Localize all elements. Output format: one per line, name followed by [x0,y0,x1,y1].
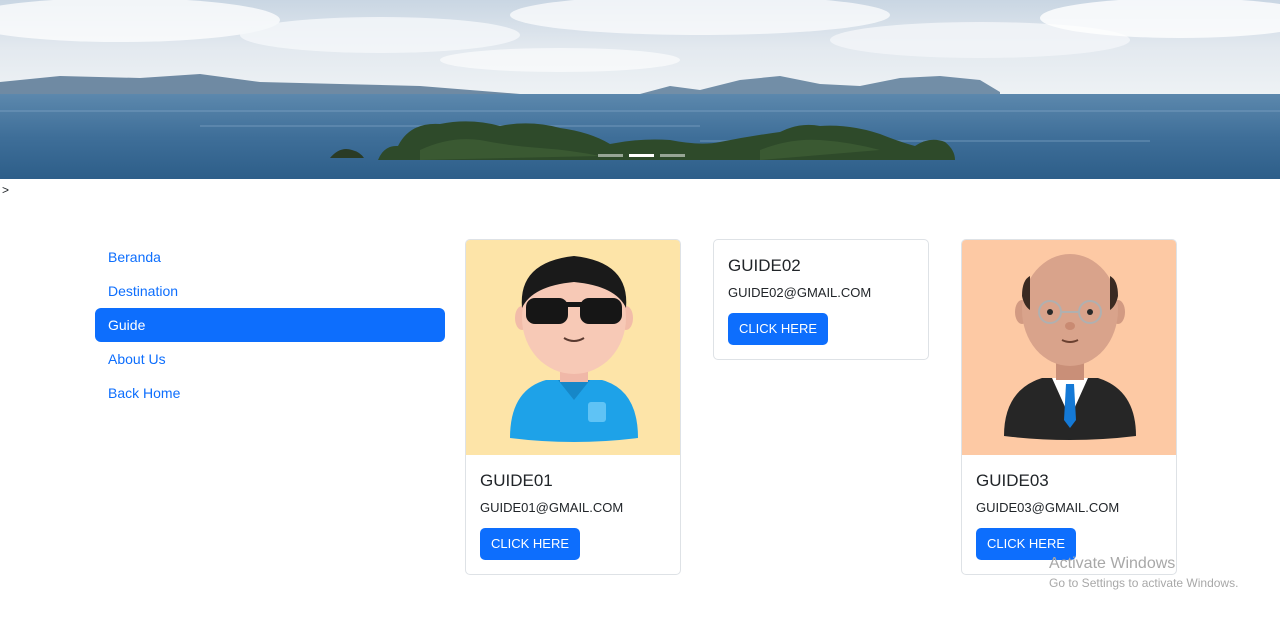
guide-name: GUIDE01 [480,471,553,490]
carousel-indicator-active[interactable] [629,154,654,157]
carousel-indicator[interactable] [660,154,685,157]
man-sunglasses-avatar [466,240,680,455]
guide-email: GUIDE03@GMAIL.COM [976,500,1120,515]
sidebar-item-back-home[interactable]: Back Home [95,376,445,410]
sidebar-item-beranda[interactable]: Beranda [95,240,445,274]
guide-email: GUIDE02@GMAIL.COM [728,285,872,300]
sidebar-item-about-us[interactable]: About Us [95,342,445,376]
bald-businessman-avatar [962,240,1176,455]
carousel-indicators [598,154,685,157]
seascape-banner-image [0,0,1280,179]
watermark-title: Activate Windows [1049,555,1176,572]
hero-carousel [0,0,1280,179]
sidebar-nav: Beranda Destination Guide About Us Back … [95,240,445,410]
stray-text: > [2,183,10,197]
sidebar-item-guide[interactable]: Guide [95,308,445,342]
guide-name: GUIDE02 [728,256,801,275]
guide-name: GUIDE03 [976,471,1049,490]
guide-card-1: GUIDE01 GUIDE01@GMAIL.COM CLICK HERE [465,239,681,575]
windows-activation-watermark: Activate Windows Go to Settings to activ… [1049,554,1238,592]
carousel-indicator[interactable] [598,154,623,157]
guide-email: GUIDE01@GMAIL.COM [480,500,624,515]
watermark-subtitle: Go to Settings to activate Windows. [1049,576,1239,590]
guide-card-2: GUIDE02 GUIDE02@GMAIL.COM CLICK HERE [713,239,929,360]
guide-card-3: GUIDE03 GUIDE03@GMAIL.COM CLICK HERE [961,239,1177,575]
sidebar-item-destination[interactable]: Destination [95,274,445,308]
click-here-button[interactable]: CLICK HERE [480,528,581,560]
click-here-button[interactable]: CLICK HERE [728,313,829,345]
